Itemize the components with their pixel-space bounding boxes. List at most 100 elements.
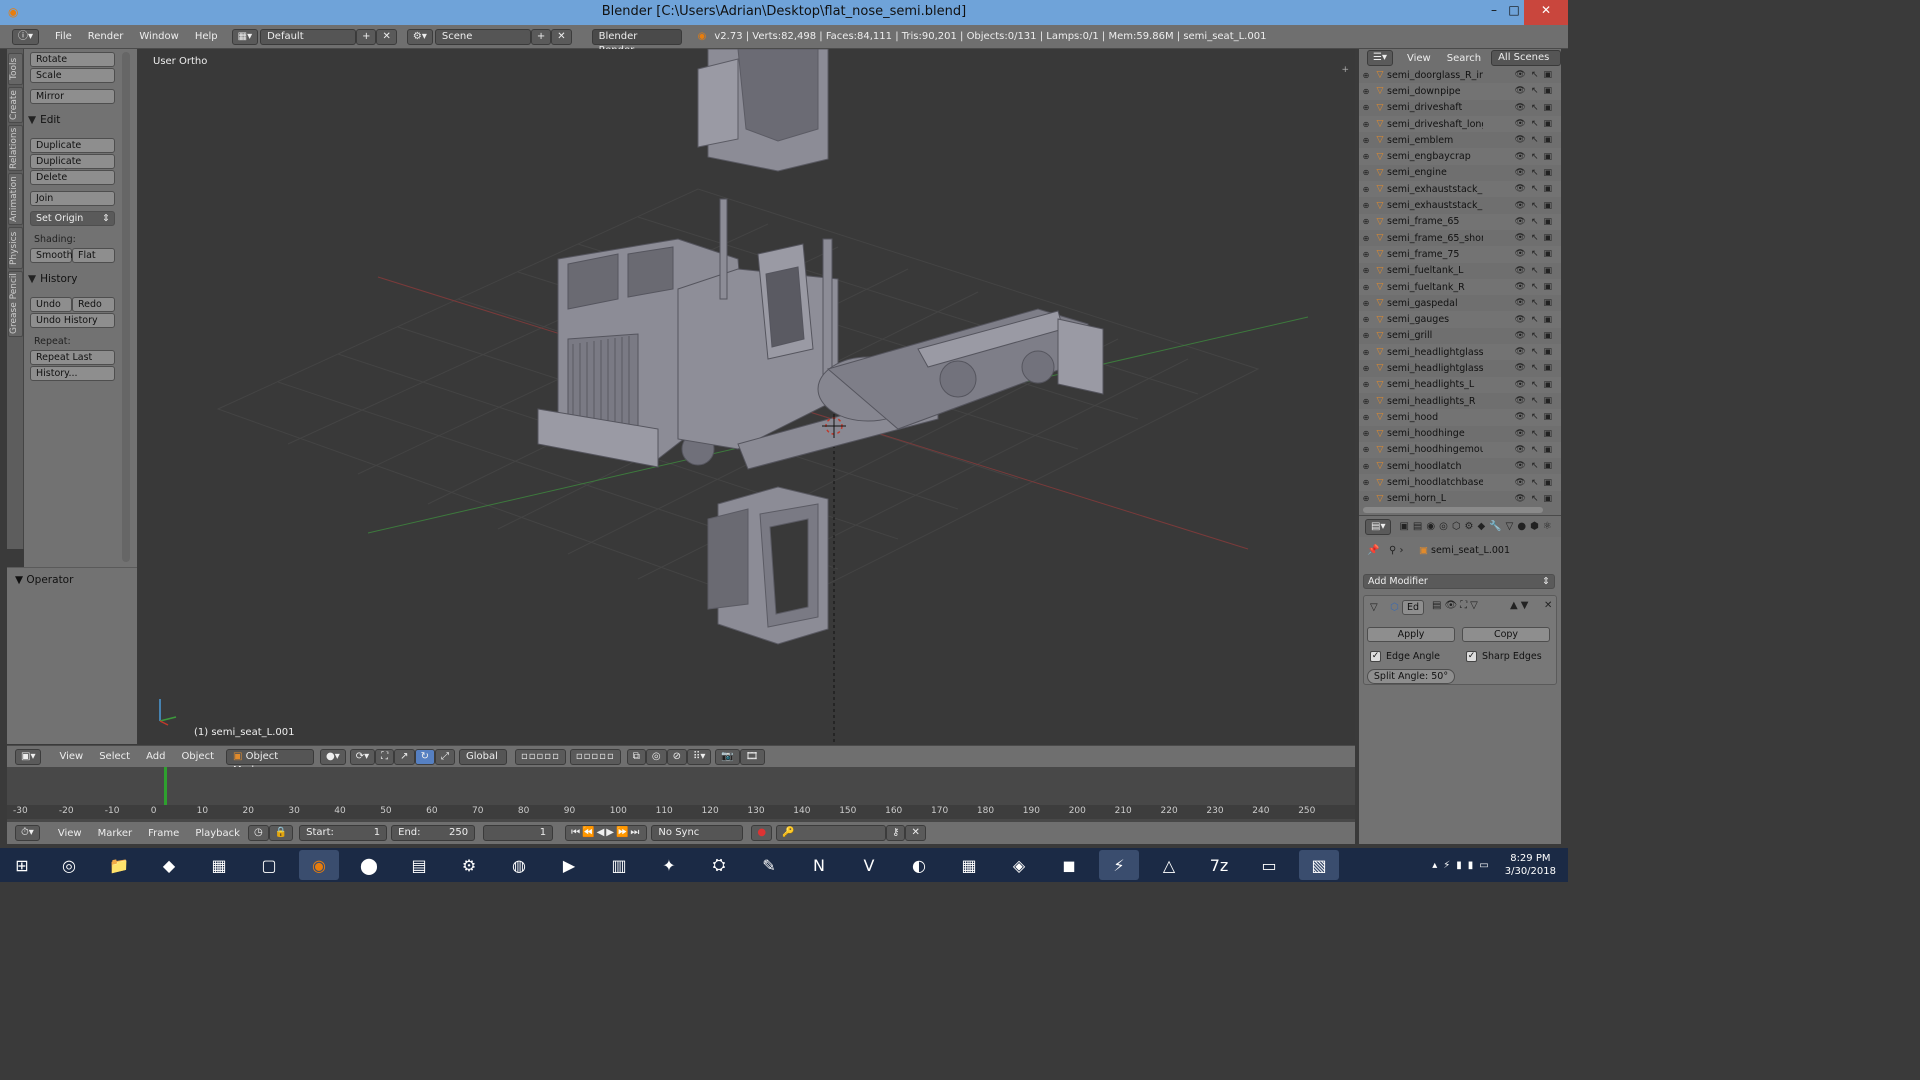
outliner-item-name[interactable]: semi_frame_65_short <box>1387 233 1483 244</box>
delete-keyframe-icon[interactable]: ✕ <box>905 825 926 841</box>
app-icon-5[interactable]: ▢ <box>249 850 289 880</box>
outliner-restrict-icons[interactable]: 👁↖▣ <box>1515 184 1557 194</box>
outliner-restrict-icons[interactable]: 👁↖▣ <box>1515 152 1557 162</box>
outliner-restrict-icons[interactable]: 👁↖▣ <box>1515 396 1557 406</box>
render-animation-icon[interactable]: 🎞 <box>739 748 765 765</box>
app-icon-15[interactable]: ✎ <box>749 850 789 880</box>
expand-icon[interactable]: ⊕ <box>1359 348 1373 357</box>
outliner-restrict-icons[interactable]: 👁↖▣ <box>1515 331 1557 341</box>
operator-panel-header[interactable]: ▼ Operator <box>15 574 73 586</box>
tab-physics[interactable]: Physics <box>8 227 23 269</box>
tool-shelf-scrollbar[interactable] <box>122 52 130 562</box>
tab-relations[interactable]: Relations <box>8 125 23 171</box>
scale-manipulator-icon[interactable]: ⤢ <box>434 748 455 765</box>
outliner-restrict-icons[interactable]: 👁↖▣ <box>1515 380 1557 390</box>
rotate-button[interactable]: Rotate <box>30 52 115 67</box>
outliner-item[interactable]: ⊕ ▽ semi_exhauststack_R 👁↖▣ <box>1359 197 1561 213</box>
semi-truck-model[interactable] <box>537 198 1104 470</box>
apply-button[interactable]: Apply <box>1367 627 1455 642</box>
copy-button[interactable]: Copy <box>1462 627 1550 642</box>
outliner-restrict-icons[interactable]: 👁↖▣ <box>1515 363 1557 373</box>
steam-icon[interactable]: ⚙ <box>449 850 489 880</box>
outliner-item[interactable]: ⊕ ▽ semi_downpipe 👁↖▣ <box>1359 83 1561 100</box>
outliner-item[interactable]: ⊕ ▽ semi_grill 👁↖▣ <box>1359 328 1561 344</box>
outliner-restrict-icons[interactable]: 👁↖▣ <box>1515 70 1557 80</box>
modifier-visibility-icons[interactable]: ▤👁⛶▽ <box>1432 600 1481 611</box>
expand-icon[interactable]: ⊕ <box>1359 71 1373 80</box>
outliner-item-name[interactable]: semi_grill <box>1387 330 1483 341</box>
app-icon-22[interactable]: ⚡ <box>1099 850 1139 880</box>
outliner-restrict-icons[interactable]: 👁↖▣ <box>1515 119 1557 129</box>
expand-icon[interactable]: ⊕ <box>1359 299 1373 308</box>
join-button[interactable]: Join <box>30 191 115 206</box>
expand-icon[interactable]: ⊕ <box>1359 494 1373 503</box>
menu-object[interactable]: Object <box>173 751 222 762</box>
app-icon-4[interactable]: ▦ <box>199 850 239 880</box>
sync-select[interactable]: No Sync <box>651 825 744 841</box>
menu-view[interactable]: View <box>51 751 91 762</box>
outliner-item[interactable]: ⊕ ▽ semi_engine 👁↖▣ <box>1359 165 1561 181</box>
menu-render[interactable]: Render <box>80 31 132 42</box>
start-frame-field[interactable]: Start: 1 <box>299 825 388 841</box>
remove-scene-icon[interactable]: ✕ <box>551 28 572 45</box>
redo-button[interactable]: Redo <box>72 297 115 312</box>
menu-playback[interactable]: Playback <box>187 828 248 839</box>
outliner-restrict-icons[interactable]: 👁↖▣ <box>1515 168 1557 178</box>
outliner-restrict-icons[interactable]: 👁↖▣ <box>1515 135 1557 145</box>
editor-type-icon[interactable]: ▣▾ <box>15 748 42 765</box>
app-icon-21[interactable]: ◼ <box>1049 850 1089 880</box>
outliner-item-name[interactable]: semi_hoodlatchbase <box>1387 477 1483 488</box>
duplicate-button[interactable]: Duplicate <box>30 138 115 153</box>
expand-icon[interactable]: ⊕ <box>1359 445 1373 454</box>
outliner-item-name[interactable]: semi_emblem <box>1387 135 1483 146</box>
expand-icon[interactable]: ⊕ <box>1359 380 1373 389</box>
expand-icon[interactable]: ⊕ <box>1359 201 1373 210</box>
expand-icon[interactable]: ⊕ <box>1359 315 1373 324</box>
cab-part-bottom[interactable] <box>707 486 829 645</box>
add-scene-icon[interactable]: + <box>530 28 552 45</box>
set-origin-select[interactable]: Set Origin ⇕ <box>30 211 115 226</box>
outliner-item-name[interactable]: semi_frame_75 <box>1387 249 1483 260</box>
outliner-item[interactable]: ⊕ ▽ semi_driveshaft 👁↖▣ <box>1359 100 1561 116</box>
add-layout-icon[interactable]: + <box>356 28 377 45</box>
outliner-item[interactable]: ⊕ ▽ semi_hoodhinge 👁↖▣ <box>1359 426 1561 442</box>
orientation-select[interactable]: Global <box>458 748 507 765</box>
close-button[interactable]: ✕ <box>1524 0 1568 25</box>
expand-icon[interactable]: ⊕ <box>1359 217 1373 226</box>
undo-button[interactable]: Undo <box>30 297 72 312</box>
outliner-item-name[interactable]: semi_driveshaft <box>1387 102 1483 113</box>
outliner-item[interactable]: ⊕ ▽ semi_doorglass_R_int 👁↖▣ <box>1359 67 1561 83</box>
outliner-item-name[interactable]: semi_hood <box>1387 412 1483 423</box>
expand-icon[interactable]: ⊕ <box>1359 120 1373 129</box>
outliner-item-name[interactable]: semi_gaspedal <box>1387 298 1483 309</box>
app-icon-18[interactable]: ◐ <box>899 850 939 880</box>
pivot-point-icon[interactable]: ⟳▾ <box>349 748 376 765</box>
delete-button[interactable]: Delete <box>30 170 115 185</box>
outliner-restrict-icons[interactable]: 👁↖▣ <box>1515 298 1557 308</box>
expand-icon[interactable]: ⊕ <box>1359 413 1373 422</box>
outliner-item[interactable]: ⊕ ▽ semi_fueltank_L 👁↖▣ <box>1359 263 1561 279</box>
layout-icon[interactable]: ▦▾ <box>231 28 259 45</box>
app-icon-17[interactable]: V <box>849 850 889 880</box>
split-angle-field[interactable]: Split Angle: 50° <box>1367 669 1455 684</box>
outliner-item[interactable]: ⊕ ▽ semi_headlights_L 👁↖▣ <box>1359 376 1561 393</box>
app-icon-25[interactable]: ▭ <box>1249 850 1289 880</box>
timeline-editor-type-icon[interactable]: ⏱▾ <box>15 825 40 841</box>
expand-icon[interactable]: ⊕ <box>1359 168 1373 177</box>
outliner-scroll-thumb[interactable] <box>1363 507 1543 513</box>
expand-icon[interactable]: ⊕ <box>1359 478 1373 487</box>
outliner-item-name[interactable]: semi_frame_65 <box>1387 216 1483 227</box>
modifier-move-icons[interactable]: ▲▼ <box>1510 600 1531 611</box>
flat-button[interactable]: Flat <box>72 248 115 263</box>
menu-add[interactable]: Add <box>138 751 173 762</box>
tab-grease-pencil[interactable]: Grease Pencil <box>8 271 23 337</box>
menu-file[interactable]: File <box>47 31 80 42</box>
shading-mode-icon[interactable]: ●▾ <box>320 748 346 765</box>
outliner-item-name[interactable]: semi_doorglass_R_int <box>1387 70 1483 81</box>
sharp-edges-checkbox[interactable]: ✓ <box>1466 651 1477 662</box>
outliner-item-name[interactable]: semi_headlights_L <box>1387 379 1483 390</box>
outliner-restrict-icons[interactable]: 👁↖▣ <box>1515 494 1557 504</box>
outliner-restrict-icons[interactable]: 👁↖▣ <box>1515 282 1557 292</box>
properties-editor-type-icon[interactable]: ▤▾ <box>1365 518 1392 535</box>
app-icon-20[interactable]: ◈ <box>999 850 1039 880</box>
